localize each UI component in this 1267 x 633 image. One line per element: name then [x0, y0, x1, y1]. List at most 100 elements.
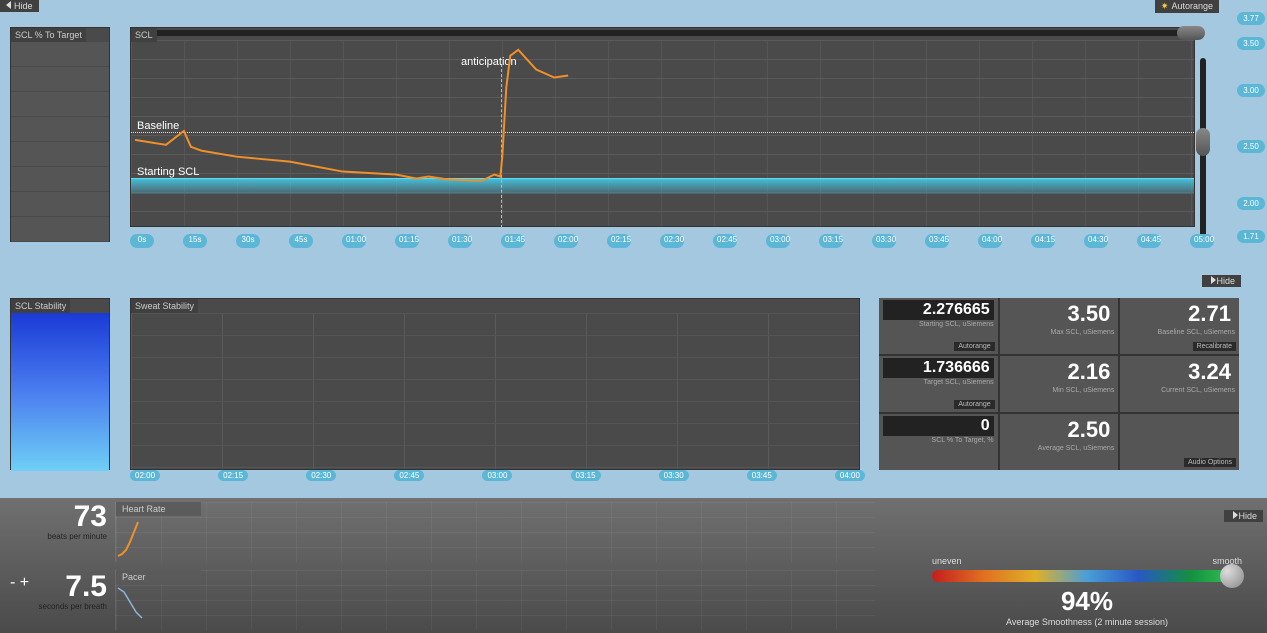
x-tick-sweat: 02:45	[394, 470, 424, 481]
smoothness-pct: 94%	[932, 586, 1242, 617]
y-tick: 3.50	[1237, 37, 1265, 50]
stat-label: Baseline SCL, uSiemens	[1124, 329, 1235, 336]
autorange-button[interactable]: Autorange	[954, 342, 994, 351]
y-range-thumb[interactable]	[1196, 128, 1210, 156]
smoothness-bar[interactable]	[932, 570, 1242, 582]
x-tick-sweat: 03:00	[482, 470, 512, 481]
scl-stability-panel: SCL Stability	[10, 298, 110, 470]
stat-value: 1.736666	[883, 358, 994, 378]
hide-label-2: Hide	[1216, 276, 1235, 286]
x-tick: 03:15	[819, 234, 843, 248]
audio_options-button[interactable]: Audio Options	[1184, 458, 1236, 467]
hide-button-row2[interactable]: Hide	[1202, 275, 1241, 287]
scl-stability-fill	[11, 313, 109, 471]
hide-button-top-left[interactable]: Hide	[0, 0, 39, 12]
y-tick: 3.00	[1237, 84, 1265, 97]
scl-data-line	[135, 50, 568, 181]
stat-label: Max SCL, uSiemens	[1004, 329, 1115, 336]
pacer-line-svg	[116, 582, 216, 630]
scl-pct-grid	[11, 42, 109, 242]
y-range-slider[interactable]	[1200, 58, 1206, 243]
stat-value: 2.16	[1004, 358, 1115, 386]
x-tick: 02:00	[554, 234, 578, 248]
stat-label: Target SCL, uSiemens	[883, 379, 994, 386]
x-tick: 01:30	[448, 234, 472, 248]
heart-rate-value: 73	[8, 502, 107, 532]
hide-label: Hide	[14, 1, 33, 11]
stat-value: 2.50	[1004, 416, 1115, 444]
heart-rate-line-svg	[116, 514, 216, 562]
stat-cell: 1.736666Target SCL, uSiemens Autorange	[879, 356, 998, 412]
stat-value: 2.276665	[883, 300, 994, 320]
pacer-plus[interactable]: +	[20, 574, 29, 591]
autorange-label: Autorange	[1171, 1, 1213, 11]
stats-grid: 2.276665Starting SCL, uSiemens Autorange 3…	[879, 298, 1239, 470]
scl-line-svg	[131, 28, 1194, 226]
stat-value: 0	[883, 416, 994, 436]
x-tick: 30s	[236, 234, 260, 248]
y-tick: 1.71	[1237, 230, 1265, 243]
x-tick-sweat: 03:30	[659, 470, 689, 481]
stat-label: SCL % To Target, %	[883, 437, 994, 444]
smoothness-knob[interactable]	[1220, 564, 1244, 588]
time-range-slider[interactable]	[134, 30, 1191, 36]
recalibrate-button[interactable]: Recalibrate	[1193, 342, 1236, 351]
x-tick-sweat: 03:45	[747, 470, 777, 481]
x-tick: 0s	[130, 234, 154, 248]
heart-rate-line	[118, 522, 138, 556]
y-tick: 3.77	[1237, 12, 1265, 25]
hide-button-bottom[interactable]: Hide	[1224, 510, 1263, 522]
pacer-line	[118, 588, 142, 618]
smoothness-sub: Average Smoothness (2 minute session)	[932, 617, 1242, 627]
x-tick-sweat: 02:00	[130, 470, 160, 481]
autorange-button-top[interactable]: ✷Autorange	[1155, 0, 1219, 13]
smoothness-left-label: uneven	[932, 556, 962, 566]
arrow-left-icon	[6, 1, 11, 9]
sweat-stability-chart: Sweat Stability	[130, 298, 860, 470]
hide-label-3: Hide	[1238, 511, 1257, 521]
stat-label: Current SCL, uSiemens	[1124, 387, 1235, 394]
stat-label: Starting SCL, uSiemens	[883, 321, 994, 328]
time-range-thumb[interactable]	[1177, 26, 1205, 40]
stat-label: Average SCL, uSiemens	[1004, 445, 1115, 452]
stat-value: 3.24	[1124, 358, 1235, 386]
pacer-unit: seconds per breath	[8, 602, 107, 611]
stat-cell: 2.16Min SCL, uSiemens	[1000, 356, 1119, 412]
scl-chart-label: SCL	[131, 28, 157, 42]
x-tick: 03:30	[872, 234, 896, 248]
stat-cell: 3.50Max SCL, uSiemens	[1000, 298, 1119, 354]
x-tick: 02:30	[660, 234, 684, 248]
sweat-stability-grid	[131, 313, 859, 469]
scl-chart: SCL Baseline Starting SCL anticipation	[130, 27, 1195, 227]
x-tick: 04:15	[1031, 234, 1055, 248]
autorange-button[interactable]: Autorange	[954, 400, 994, 409]
scl-y-axis: 3.77 3.50 3.00 2.50 2.00 1.71	[1217, 12, 1267, 252]
stat-value: 3.50	[1004, 300, 1115, 328]
x-tick: 04:45	[1137, 234, 1161, 248]
x-tick: 02:15	[607, 234, 631, 248]
x-tick: 02:45	[713, 234, 737, 248]
scl-pct-label: SCL % To Target	[11, 28, 86, 42]
stat-cell: 3.24Current SCL, uSiemens	[1120, 356, 1239, 412]
x-tick: 01:00	[342, 234, 366, 248]
pacer-minus[interactable]: -	[10, 574, 15, 591]
bottom-panel: 73 beats per minute Heart Rate - + 7.5 s…	[0, 498, 1267, 633]
x-tick: 01:15	[395, 234, 419, 248]
scl-pct-to-target-panel: SCL % To Target	[10, 27, 110, 242]
sweat-stability-label: Sweat Stability	[131, 299, 198, 313]
smoothness-widget: uneven smooth 94% Average Smoothness (2 …	[932, 556, 1242, 627]
heart-rate-chart: Heart Rate	[115, 502, 875, 562]
y-tick: 2.00	[1237, 197, 1265, 210]
stat-cell: Audio Options	[1120, 414, 1239, 470]
y-tick: 2.50	[1237, 140, 1265, 153]
x-tick: 05:00	[1190, 234, 1214, 248]
x-tick: 03:00	[766, 234, 790, 248]
pacer-chart: Pacer	[115, 570, 875, 630]
x-tick-sweat: 02:30	[306, 470, 336, 481]
stat-cell: 2.71Baseline SCL, uSiemensRecalibrate	[1120, 298, 1239, 354]
heart-rate-readout: 73 beats per minute	[0, 498, 115, 545]
pacer-readout: - + 7.5 seconds per breath	[0, 568, 115, 615]
x-tick: 03:45	[925, 234, 949, 248]
x-tick: 01:45	[501, 234, 525, 248]
stat-label: Min SCL, uSiemens	[1004, 387, 1115, 394]
